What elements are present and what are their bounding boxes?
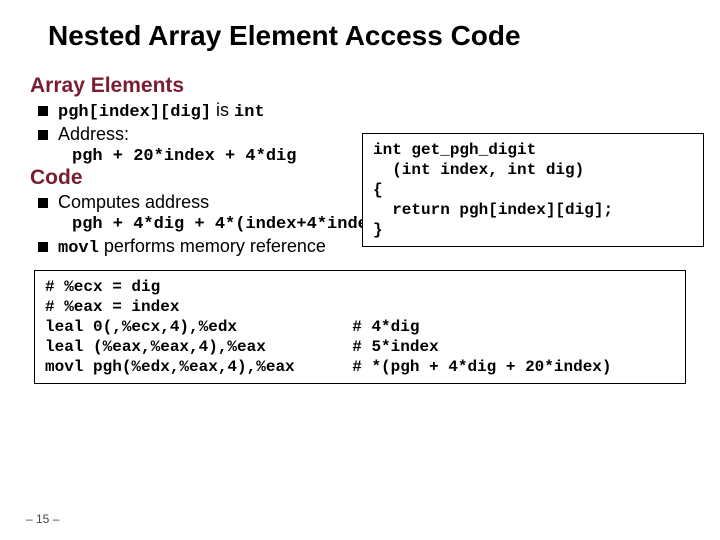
code-int: int (234, 103, 265, 122)
codebox-get-pgh-digit: int get_pgh_digit (int index, int dig) {… (362, 133, 704, 247)
code-movl: movl (58, 239, 99, 258)
text-address: Address: (58, 124, 129, 144)
bullet-movl: movl performs memory reference (58, 236, 690, 258)
bullet-computes-address: Computes address (58, 192, 690, 213)
text-computes-address: Computes address (58, 192, 209, 212)
code-pgh-index-dig: pgh[index][dig] (58, 103, 211, 122)
slide-number: – 15 – (26, 512, 59, 526)
bullet-element-type: pgh[index][dig] is int (58, 100, 690, 122)
slide-title: Nested Array Element Access Code (30, 20, 690, 52)
codebox-assembly: # %ecx = dig # %eax = index leal 0(,%ecx… (34, 270, 686, 384)
text-performs-memref: performs memory reference (99, 236, 326, 256)
section-array-elements: Array Elements (30, 74, 690, 98)
text-is: is (211, 100, 234, 120)
